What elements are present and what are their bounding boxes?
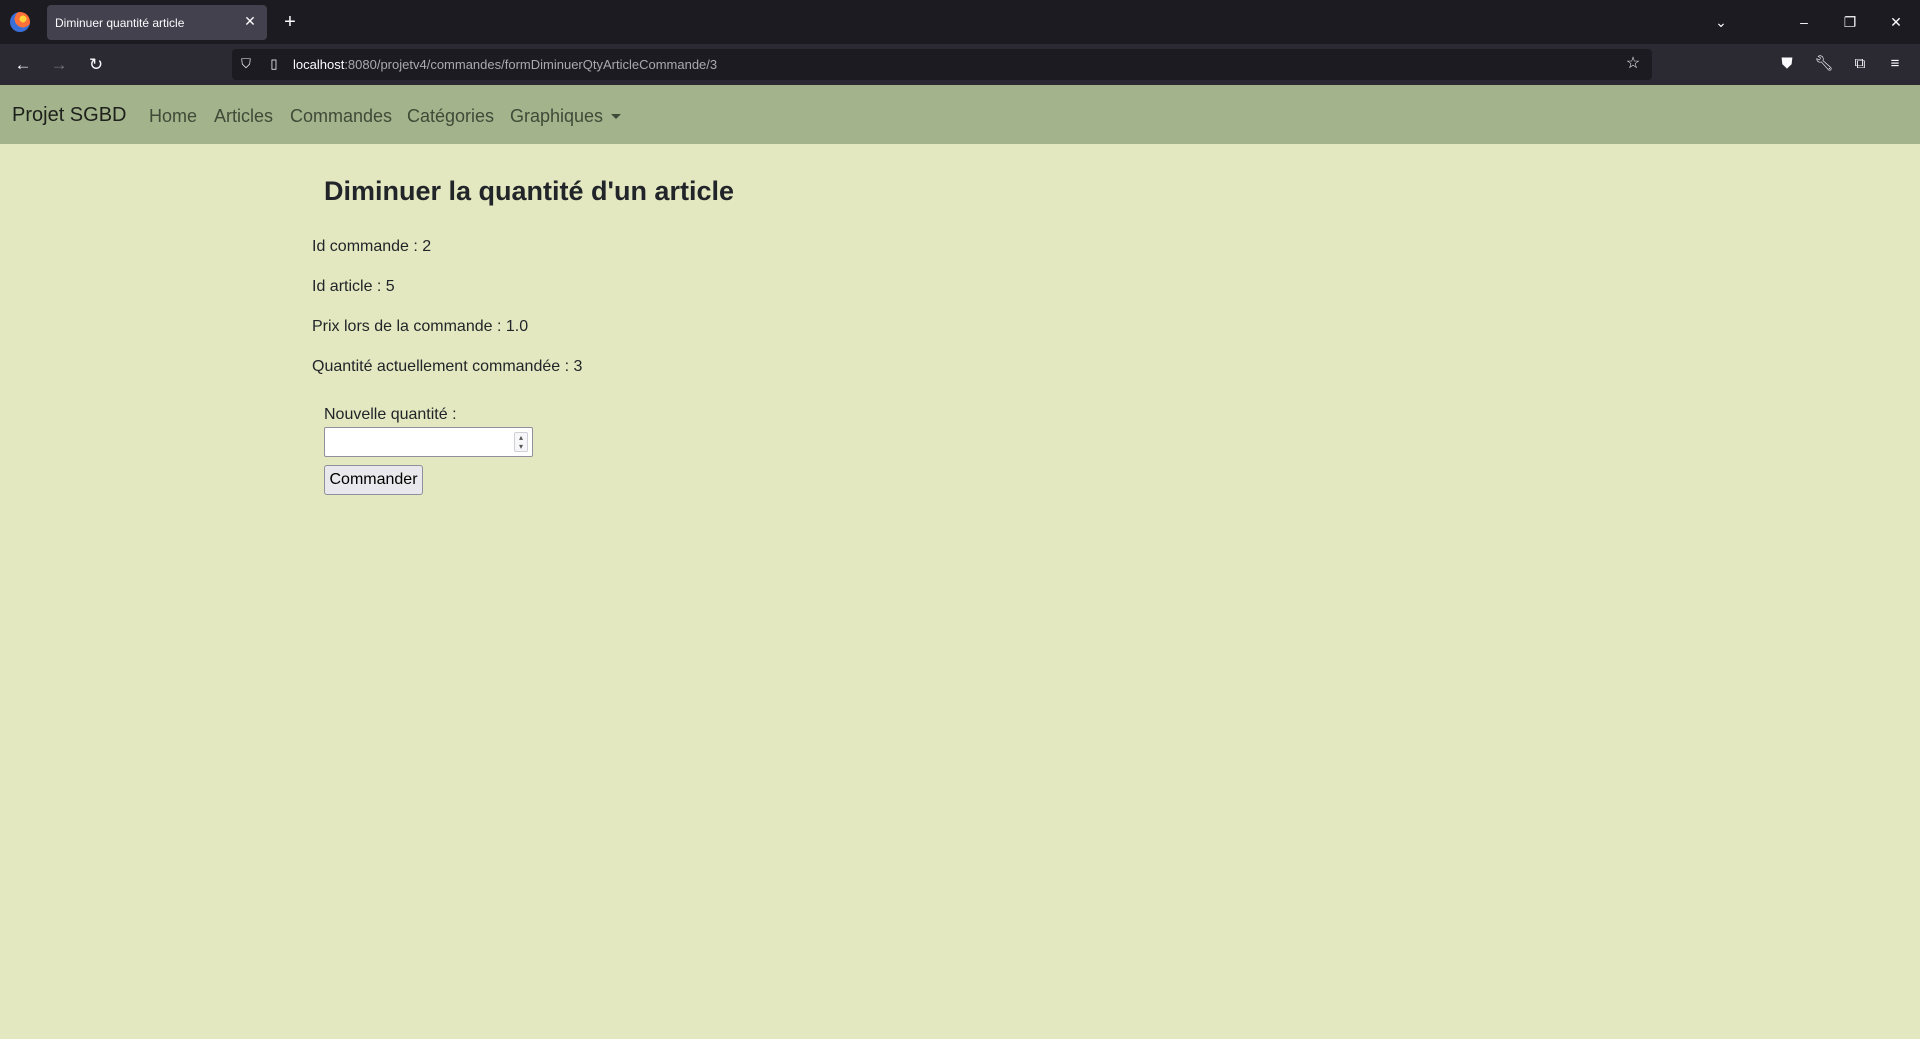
- minimize-window-icon[interactable]: –: [1792, 10, 1816, 34]
- new-tab-icon[interactable]: +: [278, 10, 302, 34]
- nav-dropdown-graphiques[interactable]: Graphiques: [510, 106, 622, 127]
- caret-down-icon: [611, 114, 622, 119]
- close-tab-icon[interactable]: ✕: [241, 12, 259, 30]
- nav-link-commandes[interactable]: Commandes: [290, 106, 392, 127]
- url-bar[interactable]: ⛉ ▯ localhost:8080/projetv4/commandes/fo…: [232, 49, 1652, 80]
- wrench-icon[interactable]: 🔧︎: [1813, 53, 1835, 75]
- hamburger-menu-icon[interactable]: ≡: [1884, 53, 1906, 75]
- info-price: Prix lors de la commande : 1.0: [312, 318, 529, 335]
- url-host: localhost: [293, 57, 345, 72]
- close-window-icon[interactable]: ✕: [1884, 10, 1908, 34]
- nav-link-home[interactable]: Home: [149, 106, 197, 127]
- navbar-brand[interactable]: Projet SGBD: [12, 104, 126, 127]
- url-text[interactable]: localhost:8080/projetv4/commandes/formDi…: [293, 57, 717, 72]
- site-navbar: Projet SGBD Home Articles Commandes Caté…: [0, 85, 1920, 144]
- nav-dropdown-label: Graphiques: [510, 106, 604, 126]
- pocket-icon[interactable]: ⛊: [1776, 53, 1798, 75]
- reload-icon[interactable]: ↻: [83, 52, 109, 78]
- puzzle-icon[interactable]: ⧉: [1849, 53, 1871, 75]
- page-title: Diminuer la quantité d'un article: [324, 176, 734, 206]
- number-spinner-icon[interactable]: ▴ ▾: [514, 432, 528, 452]
- arrow-left-icon[interactable]: ←: [10, 52, 36, 78]
- quantity-label: Nouvelle quantité :: [324, 406, 457, 423]
- quantity-input[interactable]: ▴ ▾: [324, 427, 533, 457]
- page-icon[interactable]: ▯: [266, 56, 282, 72]
- submit-button[interactable]: Commander: [324, 465, 423, 495]
- info-order-id: Id commande : 2: [312, 238, 432, 255]
- list-all-tabs-icon[interactable]: ⌄: [1709, 10, 1733, 34]
- tab-title: Diminuer quantité article: [55, 16, 185, 30]
- browser-tab-bar: Diminuer quantité article ✕ + ⌄ – ❐ ✕: [0, 0, 1920, 44]
- nav-link-articles[interactable]: Articles: [214, 106, 273, 127]
- browser-toolbar: ← → ↻ ⛉ ▯ localhost:8080/projetv4/comman…: [0, 44, 1920, 85]
- nav-link-categories[interactable]: Catégories: [407, 106, 494, 127]
- shield-icon[interactable]: ⛉: [238, 56, 254, 72]
- star-icon[interactable]: ☆: [1624, 55, 1642, 73]
- browser-tab-active[interactable]: Diminuer quantité article ✕: [47, 5, 267, 40]
- firefox-logo-icon: [10, 12, 30, 32]
- arrow-right-icon[interactable]: →: [46, 52, 72, 78]
- info-current-quantity: Quantité actuellement commandée : 3: [312, 358, 583, 375]
- restore-window-icon[interactable]: ❐: [1838, 10, 1862, 34]
- url-path: :8080/projetv4/commandes/formDiminuerQty…: [344, 57, 718, 72]
- info-article-id: Id article : 5: [312, 278, 395, 295]
